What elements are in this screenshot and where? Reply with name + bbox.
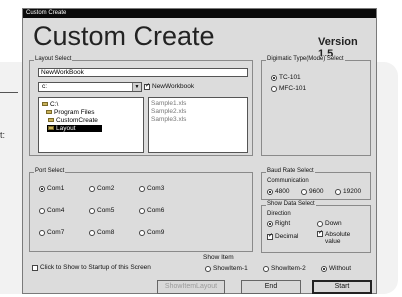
radio-com1[interactable]: Com1 [39,185,64,192]
radio-baud-19200[interactable]: 19200 [335,188,361,195]
file-item[interactable]: Sample1.xls [151,100,186,107]
radio-dot[interactable] [89,185,95,192]
end-button[interactable]: End [241,280,301,294]
show-item-layout-button[interactable]: ShowItemLayout [157,280,225,294]
workbook-name-input[interactable]: NewWorkBook [38,68,248,77]
file-item[interactable]: Sample2.xls [151,108,186,115]
radio-dot[interactable] [267,188,273,195]
show-data-group: Show Data Select Direction Right Down De… [261,201,371,253]
custom-create-window: Custom Create Custom Create Version 1.5 … [22,8,377,294]
callout-line [0,92,18,93]
radio-com7[interactable]: Com7 [39,229,64,236]
show-at-startup-checkbox[interactable]: Click to Show to Startup of this Screen [32,264,151,271]
radio-dot[interactable] [139,185,145,192]
edge-text: t: [0,130,6,140]
radio-direction-right[interactable]: Right [267,220,290,227]
radio-com6[interactable]: Com6 [139,207,164,214]
drive-select-value: c: [42,83,48,90]
radio-com4[interactable]: Com4 [39,207,64,214]
file-item[interactable]: Sample3.xls [151,116,186,123]
radio-com8[interactable]: Com8 [89,229,114,236]
radio-dot[interactable] [139,207,145,214]
tree-item-program-files[interactable]: Program Files [45,109,96,116]
radio-com9[interactable]: Com9 [139,229,164,236]
new-workbook-label: NewWorkbook [152,83,195,90]
radio-baud-9600[interactable]: 9600 [301,188,323,195]
tree-item-customcreate[interactable]: CustomCreate [47,117,100,124]
digimatic-group: Digimatic Type(Mode) Select TC-101 MFC-1… [261,56,371,156]
port-select-label: Port Select [34,168,66,174]
radio-dot[interactable] [139,229,145,236]
radio-without[interactable]: Without [321,265,351,272]
baud-rate-group: Baud Rate Select Communication 4800 9600… [261,168,371,200]
tree-item-layout[interactable]: Layout [47,125,102,132]
show-at-startup-checkbox-box[interactable] [32,264,38,271]
radio-mfc-101[interactable]: MFC-101 [271,85,306,92]
radio-dot[interactable] [271,74,277,81]
radio-dot[interactable] [321,265,327,272]
show-item-label: Show Item [203,254,234,261]
radio-com3[interactable]: Com3 [139,185,164,192]
decimal-checkbox-box[interactable] [267,232,273,240]
radio-show-item-2[interactable]: ShowItem-2 [263,265,306,272]
radio-dot[interactable] [205,265,211,272]
app-title: Custom Create [33,21,215,51]
baud-rate-label: Baud Rate Select [266,168,315,174]
new-workbook-checkbox-box[interactable] [144,82,150,90]
radio-dot[interactable] [263,265,269,272]
show-at-startup-label: Click to Show to Startup of this Screen [40,264,151,271]
layout-select-group: Layout Select NewWorkBook c: ▼ NewWorkbo… [29,56,253,156]
radio-show-item-1[interactable]: ShowItem-1 [205,265,248,272]
folder-icon [42,102,48,107]
digimatic-label: Digimatic Type(Mode) Select [266,56,345,62]
radio-dot[interactable] [317,220,323,227]
radio-com2[interactable]: Com2 [89,185,114,192]
title-bar: Custom Create [23,9,376,18]
radio-dot[interactable] [89,229,95,236]
radio-dot[interactable] [39,229,45,236]
direction-label: Direction [267,211,291,217]
absolute-value-checkbox-box[interactable] [317,229,323,237]
folder-icon [46,110,52,115]
radio-dot[interactable] [271,85,277,92]
radio-baud-4800[interactable]: 4800 [267,188,289,195]
file-list[interactable]: Sample1.xls Sample2.xls Sample3.xls [148,97,248,153]
chevron-down-icon[interactable]: ▼ [132,83,141,91]
absolute-value-checkbox[interactable]: Absolute value [317,229,355,245]
drive-select[interactable]: c: ▼ [38,82,142,92]
radio-dot[interactable] [39,185,45,192]
tree-item-root[interactable]: C:\ [41,101,60,108]
folder-icon [48,126,54,131]
radio-dot[interactable] [335,188,341,195]
radio-dot[interactable] [39,207,45,214]
show-data-label: Show Data Select [266,201,316,207]
port-select-group: Port Select Com1 Com2 Com3 Com4 Com5 Com… [29,168,253,252]
layout-select-label: Layout Select [34,56,73,62]
radio-dot[interactable] [89,207,95,214]
folder-tree[interactable]: C:\ Program Files CustomCreate Layout [38,97,144,153]
radio-dot[interactable] [267,220,273,227]
radio-com5[interactable]: Com5 [89,207,114,214]
radio-tc-101[interactable]: TC-101 [271,74,301,81]
decimal-checkbox[interactable]: Decimal [267,232,298,240]
start-button[interactable]: Start [312,280,372,294]
baud-rate-sublabel: Communication [267,178,309,184]
radio-dot[interactable] [301,188,307,195]
radio-direction-down[interactable]: Down [317,220,342,227]
folder-icon [48,118,54,123]
new-workbook-checkbox[interactable]: NewWorkbook [144,82,195,90]
